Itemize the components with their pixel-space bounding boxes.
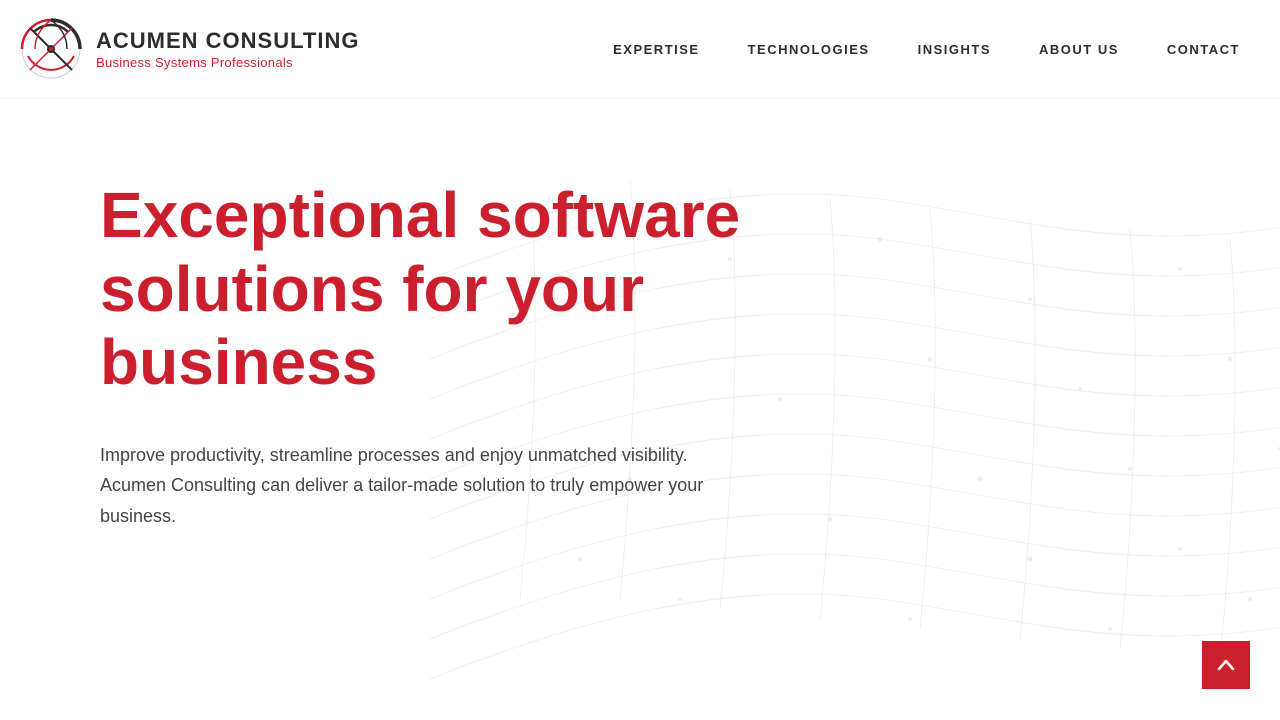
nav-item-insights[interactable]: INSIGHTS bbox=[918, 42, 991, 57]
site-header: ACUMEN CONSULTING Business Systems Profe… bbox=[0, 0, 1280, 99]
scroll-to-top-button[interactable] bbox=[1202, 641, 1250, 689]
hero-content: Exceptional software solutions for your … bbox=[0, 99, 800, 532]
nav-item-contact[interactable]: CONTACT bbox=[1167, 42, 1240, 57]
hero-title: Exceptional software solutions for your … bbox=[100, 179, 800, 400]
main-nav: EXPERTISE TECHNOLOGIES INSIGHTS ABOUT US… bbox=[613, 42, 1240, 57]
logo-title: ACUMEN CONSULTING bbox=[96, 28, 359, 54]
arrow-up-icon bbox=[1215, 654, 1237, 676]
hero-section: .wave-line { stroke: #cccccc; stroke-wid… bbox=[0, 99, 1280, 719]
logo-subtitle: Business Systems Professionals bbox=[96, 55, 359, 70]
logo[interactable]: ACUMEN CONSULTING Business Systems Profe… bbox=[20, 18, 359, 80]
nav-item-expertise[interactable]: EXPERTISE bbox=[613, 42, 699, 57]
hero-description: Improve productivity, streamline process… bbox=[100, 440, 740, 532]
logo-icon bbox=[20, 18, 82, 80]
logo-text: ACUMEN CONSULTING Business Systems Profe… bbox=[96, 28, 359, 69]
nav-item-about[interactable]: ABOUT US bbox=[1039, 42, 1119, 57]
nav-item-technologies[interactable]: TECHNOLOGIES bbox=[748, 42, 870, 57]
